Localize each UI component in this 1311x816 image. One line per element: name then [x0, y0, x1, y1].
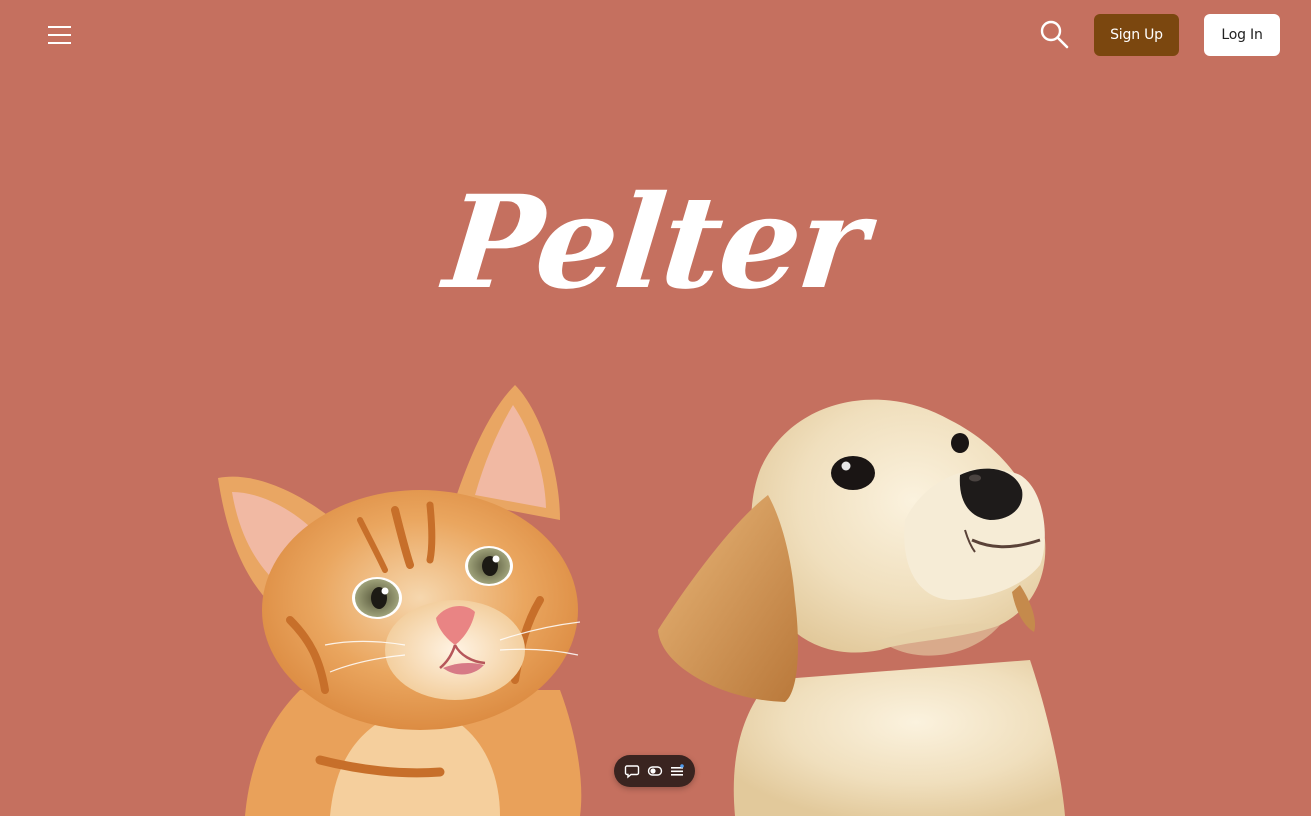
- chat-bubble-icon[interactable]: [623, 762, 641, 780]
- toggle-icon[interactable]: [646, 762, 664, 780]
- floating-toolbar: [614, 755, 695, 787]
- kitten-image: [218, 385, 582, 816]
- list-icon[interactable]: [668, 762, 686, 780]
- puppy-image: [658, 399, 1065, 816]
- hero-pets-image: [218, 385, 1065, 816]
- landing-page: Sign Up Log In Pelter: [0, 0, 1311, 816]
